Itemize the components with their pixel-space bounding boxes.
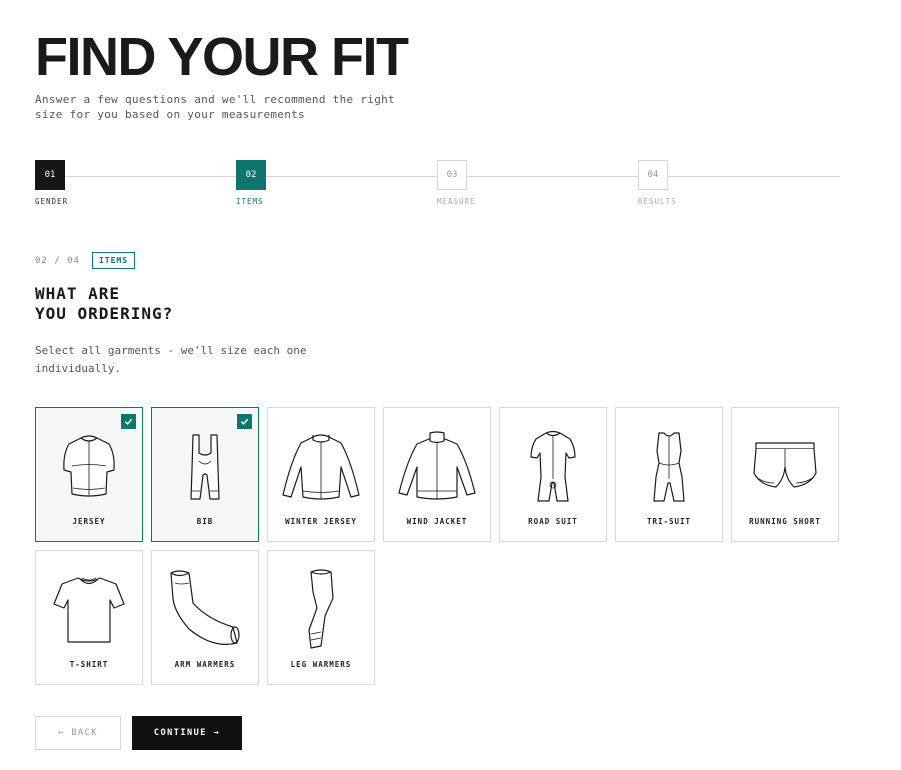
jersey-icon — [36, 426, 142, 508]
garment-card-bib[interactable]: BIB — [151, 407, 259, 542]
garment-card-t-shirt[interactable]: T-SHIRT — [35, 550, 143, 685]
garment-card-arm-warmers[interactable]: ARM WARMERS — [151, 550, 259, 685]
garment-card-wind-jacket[interactable]: WIND JACKET — [383, 407, 491, 542]
step-measure[interactable]: 03 MEASURE — [437, 160, 476, 206]
step-number: 03 — [437, 160, 467, 190]
tri-suit-icon — [616, 426, 722, 508]
road-suit-icon — [500, 426, 606, 508]
leg-warmers-icon — [268, 569, 374, 651]
running-short-icon — [732, 426, 838, 508]
question-meta: 02 / 04 ITEMS — [35, 252, 136, 269]
step-label: ITEMS — [236, 197, 264, 206]
t-shirt-icon — [36, 569, 142, 651]
garment-label: WIND JACKET — [406, 517, 468, 526]
step-results[interactable]: 04 RESULTS — [638, 160, 677, 206]
garment-label: ROAD SUIT — [528, 517, 578, 526]
garment-label: TRI-SUIT — [646, 517, 692, 526]
garment-label: T-SHIRT — [69, 660, 109, 669]
garment-label: ARM WARMERS — [174, 660, 236, 669]
continue-button[interactable]: CONTINUE → — [132, 716, 242, 750]
garment-card-winter-jersey[interactable]: WINTER JERSEY — [267, 407, 375, 542]
arm-warmers-icon — [152, 569, 258, 651]
winter-jersey-icon — [268, 426, 374, 508]
step-gender[interactable]: 01 GENDER — [35, 160, 68, 206]
question-title-line2: YOU ORDERING? — [35, 304, 174, 323]
garment-card-tri-suit[interactable]: TRI-SUIT — [615, 407, 723, 542]
step-number: 02 — [236, 160, 266, 190]
page-title: FIND YOUR FIT — [35, 27, 409, 87]
bib-icon — [152, 426, 258, 508]
garment-grid: JERSEY BIB WINTER JERSEY WIND JACKET ROA… — [35, 407, 845, 685]
step-label: GENDER — [35, 197, 69, 206]
question-counter: 02 / 04 — [35, 255, 80, 266]
page-subtitle: Answer a few questions and we'll recomme… — [35, 93, 395, 121]
garment-card-leg-warmers[interactable]: LEG WARMERS — [267, 550, 375, 685]
garment-card-road-suit[interactable]: ROAD SUIT — [499, 407, 607, 542]
garment-card-jersey[interactable]: JERSEY — [35, 407, 143, 542]
step-items[interactable]: 02 ITEMS — [236, 160, 266, 206]
question-description: Select all garments - we'll size each on… — [35, 344, 307, 375]
question-badge: ITEMS — [91, 252, 136, 269]
question-title-line1: WHAT ARE — [35, 284, 121, 303]
garment-label: JERSEY — [72, 517, 106, 526]
wind-jacket-icon — [384, 426, 490, 508]
question-title: WHAT ARE YOU ORDERING? — [35, 284, 173, 324]
step-label: MEASURE — [437, 197, 476, 206]
garment-label: WINTER JERSEY — [285, 517, 357, 526]
garment-card-running-short[interactable]: RUNNING SHORT — [731, 407, 839, 542]
back-button[interactable]: ← BACK — [35, 716, 121, 750]
garment-label: RUNNING SHORT — [749, 517, 821, 526]
step-number: 01 — [35, 160, 65, 190]
step-number: 04 — [638, 160, 668, 190]
progress-stepper: 01 GENDER 02 ITEMS 03 MEASURE 04 RESULTS — [35, 160, 840, 210]
step-label: RESULTS — [638, 197, 677, 206]
garment-label: BIB — [196, 517, 214, 526]
garment-label: LEG WARMERS — [290, 660, 352, 669]
